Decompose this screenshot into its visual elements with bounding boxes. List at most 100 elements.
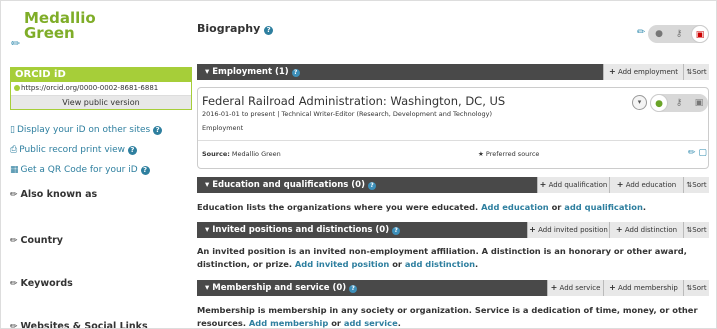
orcid-url[interactable]: https://orcid.org/0000-0002-8681-6881 bbox=[11, 82, 191, 95]
employment-bar: ▾ Employment (1)? + Add employment ⇅Sort bbox=[197, 64, 709, 80]
employment-item-card: Federal Railroad Administration: Washing… bbox=[197, 87, 709, 169]
help-icon[interactable]: ? bbox=[264, 26, 274, 35]
print-view-label[interactable]: Public record print view bbox=[19, 145, 125, 155]
trusted-parties-icon[interactable]: ⚷ bbox=[670, 25, 688, 43]
card-divider bbox=[198, 140, 708, 141]
help-icon[interactable]: ? bbox=[367, 182, 376, 190]
add-service-button[interactable]: + Add service bbox=[547, 280, 603, 296]
add-qualification-link[interactable]: add qualification bbox=[564, 202, 643, 212]
membership-toggle[interactable]: ▾ Membership and service (0)? bbox=[205, 280, 358, 296]
invited-positions-bar: ▾ Invited positions and distinctions (0)… bbox=[197, 222, 709, 238]
employment-title[interactable]: Employment (1) bbox=[212, 67, 288, 77]
add-membership-label[interactable]: Add membership bbox=[618, 284, 678, 292]
orcid-url-text[interactable]: https://orcid.org/0000-0002-8681-6881 bbox=[21, 84, 158, 92]
plus-icon: + bbox=[616, 180, 624, 189]
privacy-toggle[interactable]: ● ⚷ ▣ bbox=[648, 25, 709, 43]
biography-controls: ✏ ● ⚷ ▣ bbox=[637, 25, 709, 43]
plus-icon: + bbox=[529, 225, 536, 234]
only-me-lock-icon[interactable]: ▣ bbox=[691, 25, 709, 43]
invited-positions-title[interactable]: Invited positions and distinctions (0) bbox=[212, 225, 389, 235]
keywords-section: ✏ Keywords bbox=[10, 278, 73, 289]
plus-icon: + bbox=[615, 225, 623, 234]
add-membership-button[interactable]: + Add membership bbox=[603, 280, 683, 296]
only-me-lock-icon[interactable]: ▣ bbox=[690, 94, 708, 112]
plus-icon: + bbox=[609, 67, 616, 76]
edit-pencil-icon[interactable]: ✏ bbox=[10, 280, 18, 289]
edit-name-pencil-icon[interactable]: ✏ bbox=[11, 38, 20, 49]
add-education-label[interactable]: Add education bbox=[626, 181, 677, 189]
item-privacy-controls: ▾ ● ⚷ ▣ bbox=[632, 94, 708, 112]
printer-icon: ⎙ bbox=[10, 145, 18, 155]
display-id-label[interactable]: Display your iD on other sites bbox=[17, 125, 150, 135]
trash-icon[interactable]: ▢ bbox=[698, 148, 707, 158]
sort-label[interactable]: Sort bbox=[692, 68, 706, 76]
sidebar: ✏ Medallio Green bbox=[10, 9, 192, 57]
add-employment-label[interactable]: Add employment bbox=[618, 68, 678, 76]
add-distinction-link[interactable]: add distinction bbox=[405, 259, 475, 269]
edit-pencil-icon[interactable]: ✏ bbox=[10, 191, 18, 200]
help-icon[interactable]: ? bbox=[392, 227, 401, 235]
period-text: . bbox=[475, 259, 479, 269]
edit-pencil-icon[interactable]: ✏ bbox=[10, 323, 18, 329]
websites-section: ✏ Websites & Social Links bbox=[10, 321, 148, 329]
edit-pencil-icon[interactable]: ✏ bbox=[688, 148, 696, 158]
print-view-link[interactable]: ⎙ Public record print view ? bbox=[10, 145, 137, 155]
education-toggle[interactable]: ▾ Education and qualifications (0)? bbox=[205, 177, 376, 193]
source-label: Source: bbox=[202, 150, 230, 158]
sort-education-button[interactable]: ⇅Sort bbox=[683, 177, 709, 193]
sort-invited-button[interactable]: ⇅Sort bbox=[683, 222, 709, 238]
add-education-button[interactable]: + Add education bbox=[609, 177, 683, 193]
orcid-logo-icon bbox=[14, 85, 20, 91]
add-service-label[interactable]: Add service bbox=[560, 284, 601, 292]
edit-biography-pencil-icon[interactable]: ✏ bbox=[637, 28, 645, 38]
add-qualification-label[interactable]: Add qualification bbox=[549, 181, 608, 189]
biography-title: Biography bbox=[197, 22, 261, 35]
add-distinction-button[interactable]: + Add distinction bbox=[609, 222, 683, 238]
sort-label[interactable]: Sort bbox=[692, 284, 706, 292]
membership-title[interactable]: Membership and service (0) bbox=[212, 283, 346, 293]
item-privacy-toggle[interactable]: ● ⚷ ▣ bbox=[650, 94, 708, 112]
sort-employment-button[interactable]: ⇅Sort bbox=[683, 64, 709, 80]
invited-positions-toggle[interactable]: ▾ Invited positions and distinctions (0)… bbox=[205, 222, 401, 238]
add-service-link[interactable]: add service bbox=[344, 318, 398, 328]
qr-code-icon: ▦ bbox=[10, 165, 19, 175]
membership-description: Membership is membership in any society … bbox=[197, 304, 709, 328]
help-icon[interactable]: ? bbox=[153, 126, 163, 135]
help-icon[interactable]: ? bbox=[140, 166, 150, 175]
source-value: Medallio Green bbox=[231, 150, 281, 158]
everyone-icon[interactable]: ● bbox=[650, 25, 668, 43]
qr-code-label[interactable]: Get a QR Code for your iD bbox=[21, 165, 138, 175]
employment-type: Employment bbox=[202, 124, 244, 132]
add-qualification-button[interactable]: + Add qualification bbox=[537, 177, 609, 193]
employment-organization: Federal Railroad Administration: Washing… bbox=[202, 94, 506, 108]
help-icon[interactable]: ? bbox=[127, 146, 137, 155]
add-distinction-label[interactable]: Add distinction bbox=[625, 226, 677, 234]
help-icon[interactable]: ? bbox=[291, 69, 300, 77]
everyone-icon[interactable]: ● bbox=[650, 94, 668, 112]
education-desc-text: Education lists the organizations where … bbox=[197, 202, 479, 212]
add-membership-link[interactable]: Add membership bbox=[249, 318, 328, 328]
help-icon[interactable]: ? bbox=[349, 285, 358, 293]
edit-pencil-icon[interactable]: ✏ bbox=[10, 237, 18, 246]
card-actions: ✏ ▢ bbox=[688, 148, 707, 158]
education-title[interactable]: Education and qualifications (0) bbox=[212, 180, 365, 190]
trusted-parties-icon[interactable]: ⚷ bbox=[670, 94, 688, 112]
add-education-link[interactable]: Add education bbox=[481, 202, 549, 212]
display-id-link[interactable]: ▯ Display your iD on other sites ? bbox=[10, 125, 163, 135]
also-known-as-section: ✏ Also known as bbox=[10, 189, 97, 200]
item-menu-icon[interactable]: ▾ bbox=[632, 95, 647, 110]
qr-code-link[interactable]: ▦ Get a QR Code for your iD ? bbox=[10, 165, 150, 175]
sort-label[interactable]: Sort bbox=[692, 181, 706, 189]
add-employment-button[interactable]: + Add employment bbox=[603, 64, 683, 80]
add-invited-position-button[interactable]: + Add invited position bbox=[527, 222, 609, 238]
sort-label[interactable]: Sort bbox=[692, 226, 706, 234]
sort-membership-button[interactable]: ⇅Sort bbox=[683, 280, 709, 296]
section-label: Country bbox=[20, 235, 63, 246]
orcid-record-page: ✏ Medallio Green ORCID iD https://orcid.… bbox=[0, 0, 717, 329]
person-name-block: ✏ Medallio Green bbox=[10, 9, 192, 57]
view-public-version-button[interactable]: View public version bbox=[11, 95, 191, 109]
add-invited-position-link[interactable]: Add invited position bbox=[295, 259, 389, 269]
employment-date-role: 2016-01-01 to present | Technical Writer… bbox=[202, 110, 492, 118]
add-invited-position-label[interactable]: Add invited position bbox=[538, 226, 608, 234]
employment-toggle[interactable]: ▾ Employment (1)? bbox=[205, 64, 300, 80]
